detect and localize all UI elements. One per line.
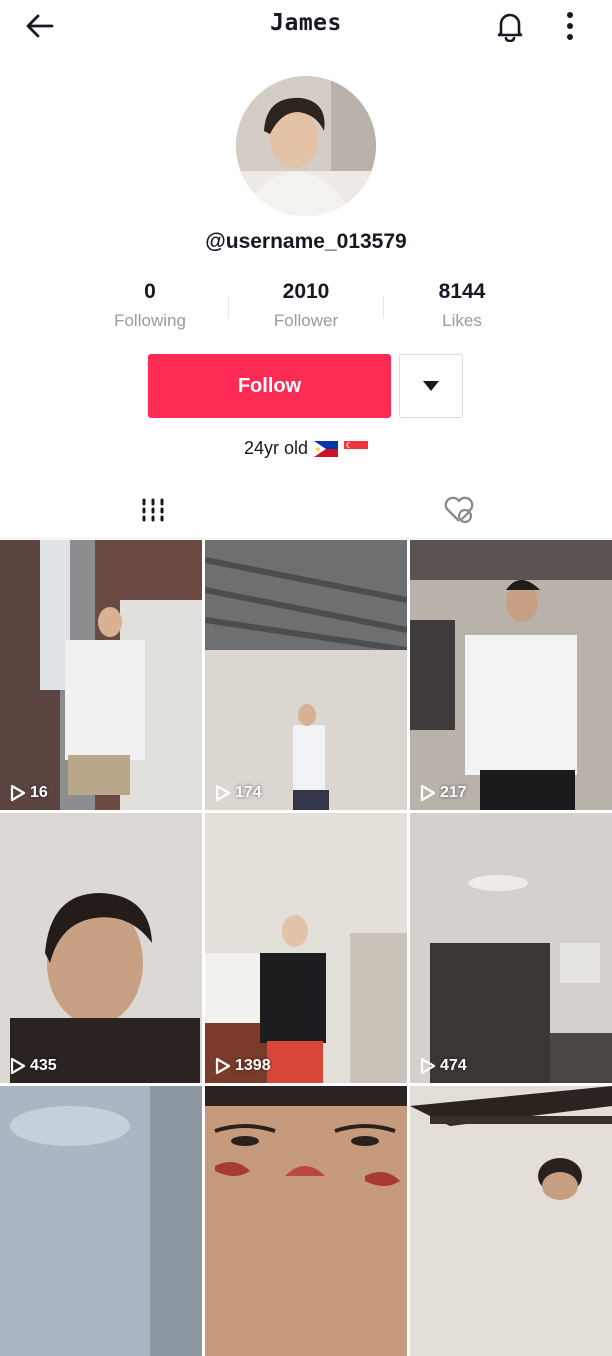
view-count-value: 435 — [30, 1057, 57, 1074]
view-count: 217 — [420, 784, 467, 802]
video-thumbnail-image — [410, 813, 612, 1083]
bio-text: 24yr old — [243, 438, 309, 458]
stat-value: 8144 — [438, 280, 486, 303]
video-thumbnail[interactable]: 1398 — [205, 813, 407, 1083]
view-count-value: 1398 — [235, 1057, 271, 1074]
stat-likes[interactable]: 8144 Likes — [385, 278, 539, 334]
view-count: 435 — [10, 1057, 57, 1075]
video-thumbnail[interactable]: 16 — [0, 540, 202, 810]
play-icon — [10, 1057, 26, 1075]
suggested-accounts-button[interactable] — [399, 354, 463, 418]
video-thumbnail-image — [410, 1086, 612, 1356]
philippines-flag-icon — [314, 440, 339, 457]
username: @username_013579 — [205, 230, 407, 253]
video-thumbnail-image — [205, 540, 407, 810]
play-icon — [10, 784, 26, 802]
grid-icon — [142, 498, 164, 522]
stat-value: 2010 — [282, 280, 330, 303]
hidden-heart-icon — [444, 496, 474, 524]
stat-value: 0 — [144, 280, 156, 303]
avatar-photo — [236, 76, 376, 216]
video-thumbnail-image — [0, 813, 202, 1083]
tab-videos[interactable] — [0, 482, 306, 538]
view-count-value: 474 — [440, 1057, 467, 1074]
follow-button[interactable]: Follow — [148, 354, 391, 418]
video-thumbnail-image — [410, 540, 612, 810]
caret-down-icon — [423, 381, 439, 391]
video-thumbnail[interactable]: 435 — [0, 813, 202, 1083]
stat-label: Following — [114, 311, 186, 330]
stat-label: Likes — [442, 311, 482, 330]
play-icon — [420, 1057, 436, 1075]
singapore-flag-icon — [344, 440, 369, 457]
top-bar: James — [0, 0, 612, 52]
stat-follower[interactable]: 2010 Follower — [229, 278, 383, 334]
notifications-button[interactable] — [488, 6, 532, 46]
bell-icon — [497, 13, 523, 42]
stat-following[interactable]: 0 Following — [73, 278, 227, 334]
view-count-value: 217 — [440, 784, 467, 801]
avatar[interactable] — [236, 76, 376, 216]
video-thumbnail-image — [0, 1086, 202, 1356]
more-vertical-icon — [567, 12, 573, 40]
video-thumbnail[interactable] — [205, 1086, 407, 1356]
stat-divider — [383, 296, 384, 318]
tab-liked[interactable] — [306, 482, 612, 538]
bio: 24yr old — [0, 438, 612, 459]
view-count: 174 — [215, 784, 262, 802]
view-count: 1398 — [215, 1057, 271, 1075]
view-count-value: 16 — [30, 784, 48, 801]
video-thumbnail-image — [205, 813, 407, 1083]
video-thumbnail-image — [205, 1086, 407, 1356]
stat-label: Follower — [273, 311, 339, 330]
view-count-value: 174 — [235, 784, 262, 801]
play-icon — [420, 784, 436, 802]
profile-tabs — [0, 482, 612, 539]
video-thumbnail[interactable]: 217 — [410, 540, 612, 810]
more-options-button[interactable] — [552, 6, 588, 46]
video-thumbnail[interactable]: 174 — [205, 540, 407, 810]
video-thumbnail[interactable] — [410, 1086, 612, 1356]
view-count: 16 — [10, 784, 48, 802]
video-thumbnail-image — [0, 540, 202, 810]
video-thumbnail[interactable]: 474 — [410, 813, 612, 1083]
play-icon — [215, 784, 231, 802]
view-count: 474 — [420, 1057, 467, 1075]
video-thumbnail[interactable] — [0, 1086, 202, 1356]
play-icon — [215, 1057, 231, 1075]
